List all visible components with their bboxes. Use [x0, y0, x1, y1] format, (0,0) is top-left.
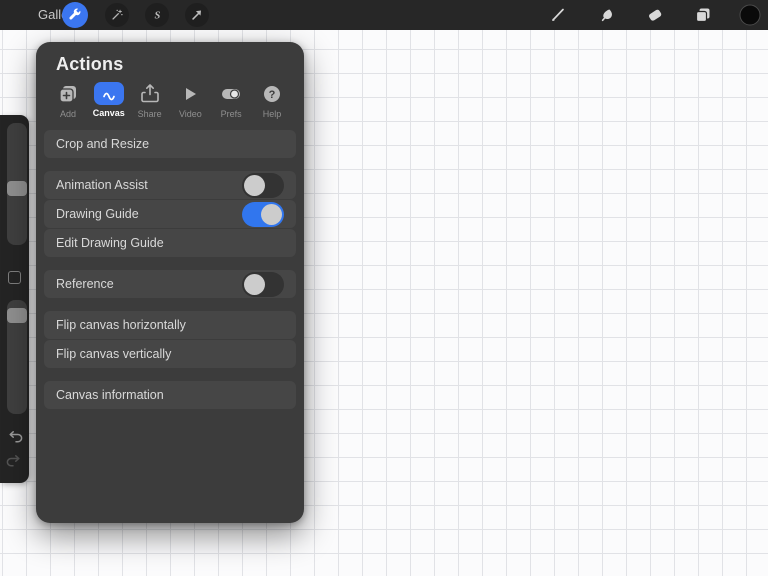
tab-canvas[interactable]: Canvas: [91, 82, 127, 119]
svg-text:?: ?: [269, 89, 276, 101]
prefs-icon: [219, 84, 243, 104]
actions-panel: Actions Add Canvas Share Video Prefs ? H…: [36, 42, 304, 523]
brush-tool-button[interactable]: [547, 4, 569, 26]
undo-button[interactable]: [5, 430, 24, 447]
redo-button[interactable]: [5, 454, 24, 471]
add-icon: [57, 83, 79, 105]
row-animation-assist[interactable]: Animation Assist: [44, 171, 296, 199]
layers-button[interactable]: [692, 4, 714, 26]
video-icon: [180, 84, 200, 104]
transform-arrow-icon: [190, 8, 204, 22]
adjustments-button[interactable]: [105, 3, 129, 27]
share-icon: [139, 83, 161, 105]
smudge-icon: [597, 5, 617, 25]
row-canvas-information[interactable]: Canvas information: [44, 381, 296, 409]
color-swatch[interactable]: [739, 4, 761, 26]
smudge-tool-button[interactable]: [596, 4, 618, 26]
actions-button[interactable]: [62, 2, 88, 28]
svg-text:S: S: [155, 11, 161, 22]
magic-wand-icon: [110, 8, 124, 22]
toggle-knob: [244, 174, 265, 196]
toggle-knob: [244, 273, 265, 295]
row-reference[interactable]: Reference: [44, 270, 296, 298]
canvas-sidebar: [0, 115, 29, 483]
undo-icon: [5, 430, 24, 447]
tab-video[interactable]: Video: [172, 82, 208, 119]
help-icon: ?: [262, 84, 282, 104]
brush-icon: [548, 5, 568, 25]
modify-button[interactable]: [8, 271, 21, 284]
row-flip-canvas-vertically[interactable]: Flip canvas vertically: [44, 340, 296, 368]
row-flip-canvas-horizontally[interactable]: Flip canvas horizontally: [44, 311, 296, 339]
tab-help[interactable]: ? Help: [254, 82, 290, 119]
tab-share[interactable]: Share: [132, 82, 168, 119]
reference-toggle[interactable]: [242, 271, 284, 297]
selection-s-icon: S: [150, 8, 164, 22]
redo-icon: [5, 454, 24, 471]
wrench-icon: [68, 8, 82, 22]
brush-opacity-slider-handle[interactable]: [7, 308, 27, 323]
eraser-tool-button[interactable]: [644, 4, 666, 26]
tab-prefs[interactable]: Prefs: [213, 82, 249, 119]
panel-title: Actions: [56, 54, 124, 74]
layers-icon: [693, 5, 713, 25]
animation-assist-toggle[interactable]: [242, 172, 284, 198]
actions-tabs: Add Canvas Share Video Prefs ? Help: [36, 82, 304, 119]
row-edit-drawing-guide[interactable]: Edit Drawing Guide: [44, 229, 296, 257]
toggle-knob: [261, 203, 282, 225]
transform-button[interactable]: [185, 3, 209, 27]
eraser-icon: [645, 5, 665, 25]
selection-button[interactable]: S: [145, 3, 169, 27]
brush-size-slider-handle[interactable]: [7, 181, 27, 196]
tab-add[interactable]: Add: [50, 82, 86, 119]
row-crop-and-resize[interactable]: Crop and Resize: [44, 130, 296, 158]
actions-menu: Crop and Resize Animation Assist Drawing…: [36, 130, 304, 409]
drawing-guide-toggle[interactable]: [242, 201, 284, 227]
top-toolbar: Gallery S: [0, 0, 768, 30]
row-drawing-guide[interactable]: Drawing Guide: [44, 200, 296, 228]
canvas-icon: [99, 86, 119, 102]
